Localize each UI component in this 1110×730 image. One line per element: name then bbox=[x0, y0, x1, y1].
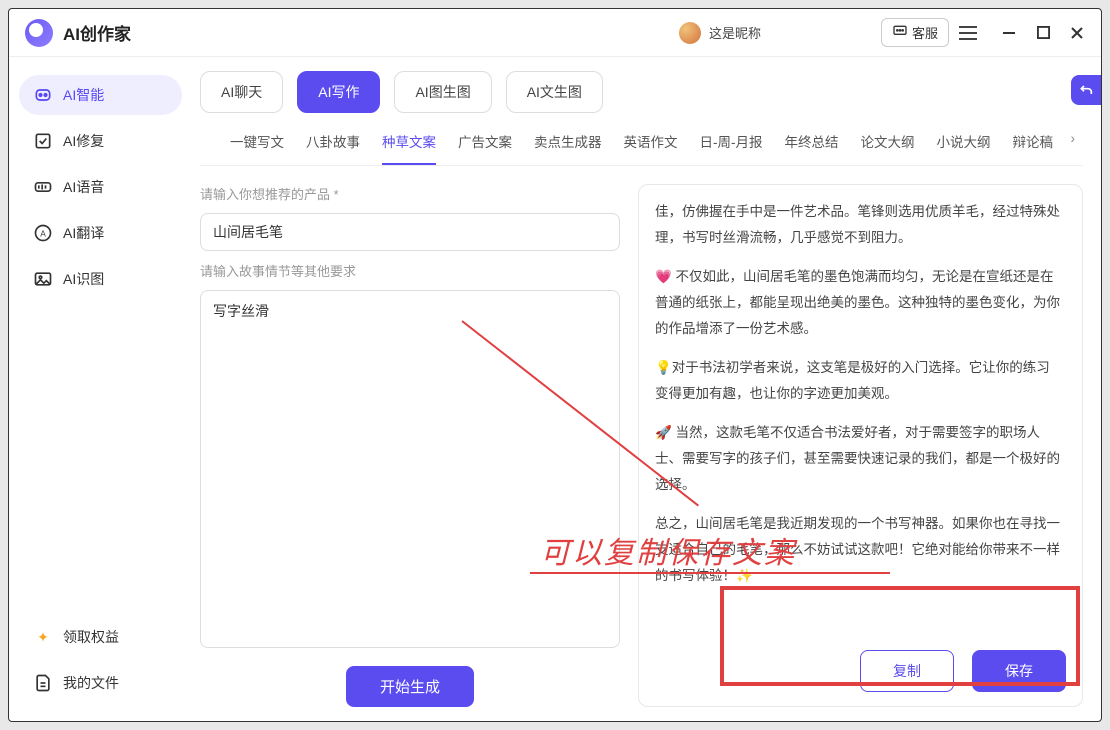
image-icon bbox=[33, 269, 53, 289]
gift-icon: ✦ bbox=[33, 627, 53, 647]
sidebar: AI智能 AI修复 AI语音 A AI翻译 AI识图 ✦ 领取权益 bbox=[9, 57, 192, 721]
subtab-active[interactable]: 种草文案 bbox=[382, 131, 436, 165]
subtab[interactable]: 年终总结 bbox=[785, 131, 839, 165]
ai-icon bbox=[33, 85, 53, 105]
subtab[interactable]: 广告文案 bbox=[458, 131, 512, 165]
sidebar-label: AI翻译 bbox=[63, 223, 104, 243]
tab-write[interactable]: AI写作 bbox=[297, 71, 380, 113]
fix-icon bbox=[33, 131, 53, 151]
sidebar-label: 领取权益 bbox=[63, 627, 119, 647]
sidebar-item-translate[interactable]: A AI翻译 bbox=[19, 213, 182, 253]
close-button[interactable] bbox=[1069, 25, 1085, 41]
output-text: 佳，仿佛握在手中是一件艺术品。笔锋则选用优质羊毛，经过特殊处理，书写时丝滑流畅，… bbox=[655, 199, 1066, 636]
subtab[interactable]: 辩论稿 bbox=[1013, 131, 1054, 165]
template-tabs: 一键写文 八卦故事 种草文案 广告文案 卖点生成器 英语作文 日-周-月报 年终… bbox=[200, 117, 1083, 166]
file-icon bbox=[33, 673, 53, 693]
sidebar-item-voice[interactable]: AI语音 bbox=[19, 167, 182, 207]
subtab[interactable]: 卖点生成器 bbox=[534, 131, 602, 165]
output-panel: 佳，仿佛握在手中是一件艺术品。笔锋则选用优质羊毛，经过特殊处理，书写时丝滑流畅，… bbox=[638, 184, 1083, 707]
customer-service-button[interactable]: 客服 bbox=[881, 18, 949, 47]
sidebar-label: AI语音 bbox=[63, 177, 104, 197]
subtab[interactable]: 论文大纲 bbox=[861, 131, 915, 165]
minimize-button[interactable] bbox=[1001, 25, 1017, 41]
menu-icon[interactable] bbox=[959, 26, 977, 40]
sidebar-label: AI修复 bbox=[63, 131, 104, 151]
product-label: 请输入你想推荐的产品 * bbox=[200, 184, 620, 203]
sidebar-item-image[interactable]: AI识图 bbox=[19, 259, 182, 299]
avatar[interactable] bbox=[679, 22, 701, 44]
sidebar-item-ai-smart[interactable]: AI智能 bbox=[19, 75, 182, 115]
mode-tabs: AI聊天 AI写作 AI图生图 AI文生图 bbox=[200, 71, 1083, 113]
output-paragraph: 总之，山间居毛笔是我近期发现的一个书写神器。如果你也在寻找一支适合自己的毛笔，那… bbox=[655, 511, 1062, 588]
chat-icon bbox=[892, 23, 908, 42]
tab-txt2img[interactable]: AI文生图 bbox=[506, 71, 603, 113]
save-button[interactable]: 保存 bbox=[972, 650, 1066, 692]
nickname: 这是昵称 bbox=[709, 23, 761, 42]
service-label: 客服 bbox=[912, 23, 938, 42]
svg-text:A: A bbox=[40, 228, 46, 238]
translate-icon: A bbox=[33, 223, 53, 243]
detail-textarea[interactable] bbox=[200, 290, 620, 648]
subtab[interactable]: 八卦故事 bbox=[306, 131, 360, 165]
product-input[interactable] bbox=[200, 213, 620, 251]
app-logo-icon bbox=[25, 19, 53, 47]
subtab[interactable]: 一键写文 bbox=[230, 131, 284, 165]
tab-img2img[interactable]: AI图生图 bbox=[394, 71, 491, 113]
subtab[interactable]: 日-周-月报 bbox=[700, 131, 763, 165]
detail-label: 请输入故事情节等其他要求 bbox=[200, 261, 620, 280]
sidebar-label: AI智能 bbox=[63, 85, 104, 105]
tab-chat[interactable]: AI聊天 bbox=[200, 71, 283, 113]
subtab[interactable]: 小说大纲 bbox=[937, 131, 991, 165]
maximize-button[interactable] bbox=[1035, 25, 1051, 41]
app-window: AI创作家 这是昵称 客服 AI智能 AI修复 bbox=[8, 8, 1102, 722]
output-paragraph: 佳，仿佛握在手中是一件艺术品。笔锋则选用优质羊毛，经过特殊处理，书写时丝滑流畅，… bbox=[655, 199, 1062, 250]
generate-button[interactable]: 开始生成 bbox=[346, 666, 474, 707]
sidebar-item-files[interactable]: 我的文件 bbox=[19, 663, 182, 703]
subtab[interactable]: 英语作文 bbox=[624, 131, 678, 165]
voice-icon bbox=[33, 177, 53, 197]
output-paragraph: 🚀 当然，这款毛笔不仅适合书法爱好者，对于需要签字的职场人士、需要写字的孩子们，… bbox=[655, 420, 1062, 497]
output-paragraph: 💗 不仅如此，山间居毛笔的墨色饱满而均匀，无论是在宣纸还是在普通的纸张上，都能呈… bbox=[655, 264, 1062, 341]
chevron-right-icon[interactable]: › bbox=[1071, 131, 1076, 146]
output-paragraph: 💡对于书法初学者来说，这支笔是极好的入门选择。它让你的练习变得更加有趣，也让你的… bbox=[655, 355, 1062, 406]
history-button[interactable] bbox=[1071, 75, 1101, 105]
sidebar-label: AI识图 bbox=[63, 269, 104, 289]
sidebar-item-benefits[interactable]: ✦ 领取权益 bbox=[19, 617, 182, 657]
main-area: AI聊天 AI写作 AI图生图 AI文生图 一键写文 八卦故事 种草文案 广告文… bbox=[192, 57, 1101, 721]
sidebar-label: 我的文件 bbox=[63, 673, 119, 693]
form-column: 请输入你想推荐的产品 * 请输入故事情节等其他要求 开始生成 bbox=[200, 184, 620, 707]
sidebar-item-fix[interactable]: AI修复 bbox=[19, 121, 182, 161]
titlebar: AI创作家 这是昵称 客服 bbox=[9, 9, 1101, 57]
copy-button[interactable]: 复制 bbox=[860, 650, 954, 692]
app-title: AI创作家 bbox=[63, 20, 131, 45]
